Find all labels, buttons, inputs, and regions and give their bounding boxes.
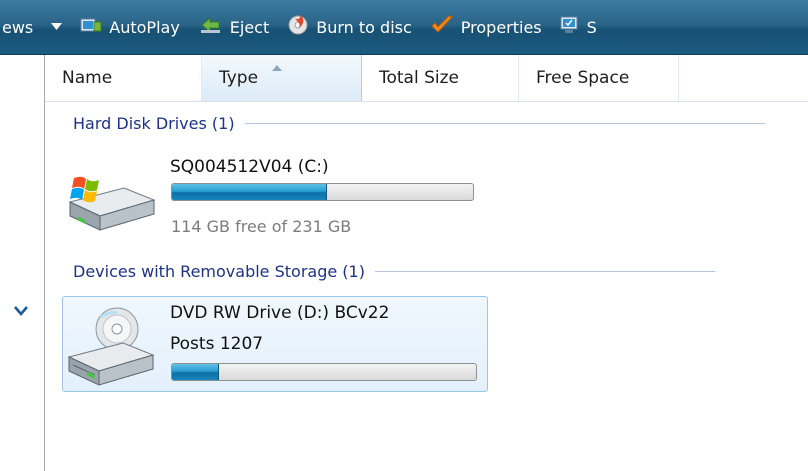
command-toolbar: ews AutoPlay Eject Burn to disc Properti… xyxy=(0,0,808,55)
drive-name-d: DVD RW Drive (D:) BCv22 xyxy=(170,303,390,323)
system-properties-label: S xyxy=(586,17,597,37)
group-header-hard-disk[interactable]: Hard Disk Drives (1) xyxy=(73,113,808,133)
column-name-label: Name xyxy=(62,68,113,88)
views-dropdown-icon[interactable] xyxy=(51,0,63,54)
group-label-hard-disk: Hard Disk Drives (1) xyxy=(73,113,235,133)
chevron-down-icon[interactable] xyxy=(12,303,30,317)
eject-button[interactable]: Eject xyxy=(199,0,269,54)
autoplay-label: AutoPlay xyxy=(109,17,180,37)
drive-tile-c[interactable]: SQ004512V04 (C:) 114 GB free of 231 GB xyxy=(62,148,492,243)
drive-posts-d: Posts 1207 xyxy=(170,334,264,354)
drive-usage-bar-c xyxy=(171,183,474,201)
system-properties-icon xyxy=(558,15,580,39)
eject-icon xyxy=(199,16,223,38)
sort-ascending-icon xyxy=(272,57,282,71)
column-type-label: Type xyxy=(219,68,259,88)
eject-label: Eject xyxy=(229,17,270,37)
column-header-row: Name Type Total Size Free Space xyxy=(45,55,808,102)
column-header-name[interactable]: Name xyxy=(45,55,202,101)
column-header-type[interactable]: Type xyxy=(202,55,362,101)
drive-name-c: SQ004512V04 (C:) xyxy=(170,157,329,177)
drive-tile-d[interactable]: DVD RW Drive (D:) BCv22 Posts 1207 xyxy=(62,296,488,392)
group-divider xyxy=(374,270,715,272)
views-button[interactable]: ews xyxy=(0,0,33,54)
burn-to-disc-label: Burn to disc xyxy=(316,17,412,37)
checkmark-icon xyxy=(430,15,454,39)
properties-label: Properties xyxy=(460,17,542,37)
dvd-drive-icon xyxy=(65,305,157,389)
views-label: ews xyxy=(2,17,34,37)
hard-drive-icon xyxy=(64,174,156,236)
group-divider xyxy=(244,122,765,124)
burn-disc-icon xyxy=(287,15,309,39)
navigation-pane xyxy=(0,55,45,471)
drive-usage-bar-d xyxy=(171,363,477,381)
drive-usage-fill-c xyxy=(172,184,327,200)
drive-usage-fill-d xyxy=(172,364,219,380)
autoplay-button[interactable]: AutoPlay xyxy=(80,0,180,54)
properties-button[interactable]: Properties xyxy=(430,0,542,54)
column-header-total-size[interactable]: Total Size xyxy=(362,55,519,101)
group-header-removable[interactable]: Devices with Removable Storage (1) xyxy=(73,261,808,281)
column-total-size-label: Total Size xyxy=(379,68,460,88)
system-properties-button[interactable]: S xyxy=(558,0,597,54)
group-label-removable: Devices with Removable Storage (1) xyxy=(73,261,365,281)
autoplay-icon xyxy=(80,16,102,38)
burn-to-disc-button[interactable]: Burn to disc xyxy=(287,0,412,54)
column-header-free-space[interactable]: Free Space xyxy=(519,55,679,101)
drive-free-space-c: 114 GB free of 231 GB xyxy=(171,217,352,236)
column-free-space-label: Free Space xyxy=(536,68,630,88)
